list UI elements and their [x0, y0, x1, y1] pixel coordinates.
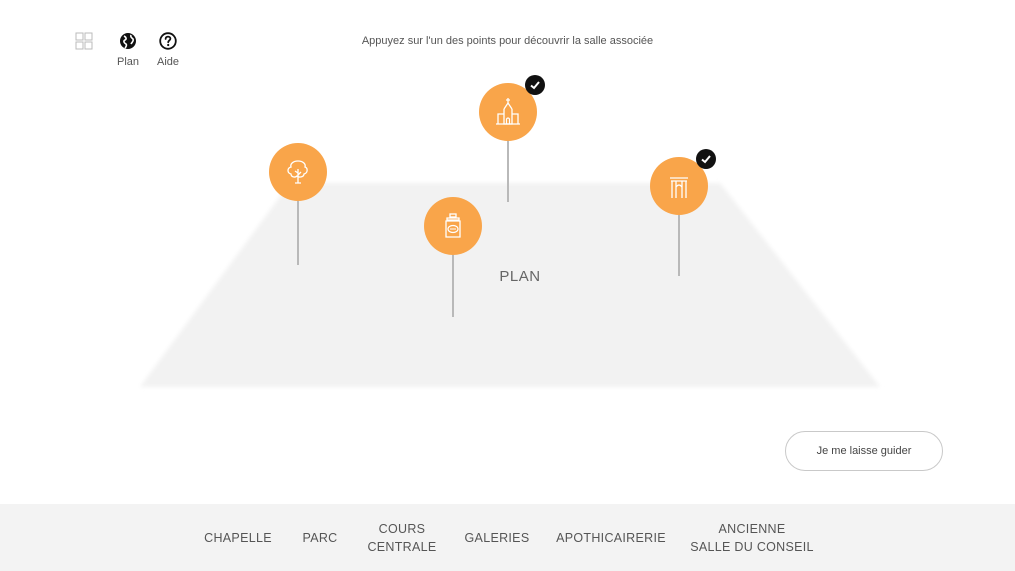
pin-apothicairerie[interactable] — [424, 197, 482, 317]
chapel-icon — [496, 98, 520, 125]
pin-stick — [297, 201, 299, 265]
guide-me-button[interactable]: Je me laisse guider — [785, 431, 943, 471]
pin-circle — [269, 143, 327, 201]
plan-title: PLAN — [499, 268, 541, 285]
bottom-navigation: CHAPELLE PARC COURS CENTRALE GALERIES AP… — [0, 504, 1015, 571]
nav-item-cours-centrale[interactable]: COURS CENTRALE — [362, 504, 442, 571]
pin-stick — [452, 255, 454, 317]
nav-item-chapelle[interactable]: CHAPELLE — [200, 504, 276, 571]
apothecary-jar-icon — [445, 213, 461, 238]
gallery-arch-icon — [670, 177, 688, 198]
pin-chapelle[interactable] — [479, 75, 545, 202]
visited-check-icon — [696, 149, 716, 169]
pin-galeries[interactable] — [650, 149, 716, 276]
visited-check-icon — [525, 75, 545, 95]
nav-item-ancienne-salle-du-conseil[interactable]: ANCIENNE SALLE DU CONSEIL — [688, 504, 816, 571]
nav-item-galeries[interactable]: GALERIES — [462, 504, 532, 571]
pin-parc[interactable] — [269, 143, 327, 265]
nav-item-apothicairerie[interactable]: APOTHICAIRERIE — [554, 504, 668, 571]
pin-stick — [678, 215, 680, 276]
pin-stick — [507, 141, 509, 202]
plan-floor — [140, 183, 880, 387]
pin-circle — [424, 197, 482, 255]
nav-item-parc[interactable]: PARC — [296, 504, 344, 571]
tree-icon — [287, 160, 308, 184]
